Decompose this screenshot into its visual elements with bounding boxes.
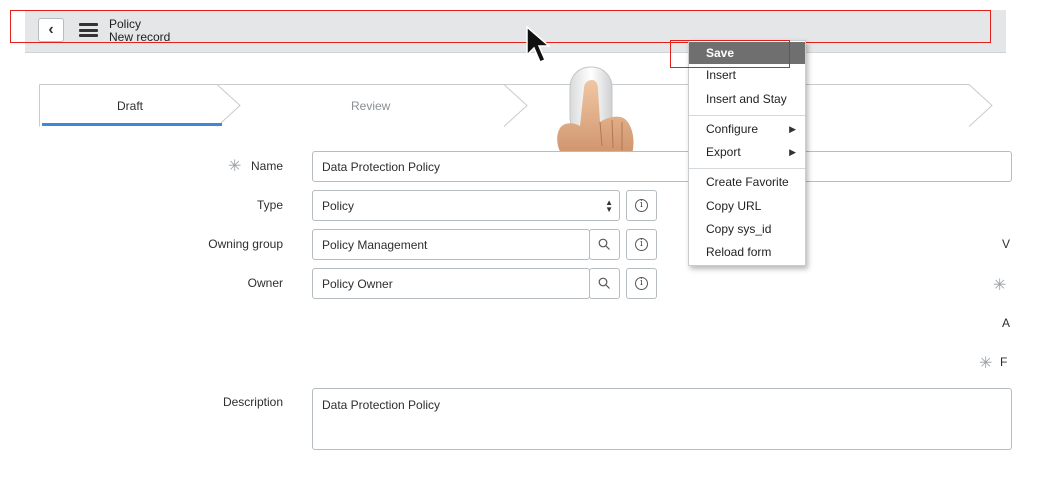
description-label: Description [222, 395, 283, 409]
menu-item-insert-and-stay[interactable]: Insert and Stay [689, 88, 805, 110]
stage-draft[interactable]: Draft [117, 99, 143, 113]
menu-item-copy-url[interactable]: Copy URL [689, 195, 805, 217]
type-info-button[interactable]: i [626, 190, 657, 221]
menu-item-label: Copy sys_id [706, 222, 772, 236]
owner-info-button[interactable]: i [626, 268, 657, 299]
submenu-arrow-icon: ▶ [789, 124, 796, 134]
required-asterisk-icon: ✳ [993, 277, 1007, 294]
save-highlight-annotation [670, 40, 790, 68]
active-stage-indicator [42, 123, 222, 126]
name-field[interactable]: Data Protection Policy [312, 151, 1012, 182]
owning-group-search-button[interactable] [589, 229, 620, 260]
type-select[interactable]: Policy ▲ ▼ [312, 190, 620, 221]
owning-group-label: Owning group [208, 237, 283, 251]
submenu-arrow-icon: ▶ [789, 147, 796, 157]
owning-group-value: Policy Management [322, 237, 428, 252]
description-textarea[interactable]: Data Protection Policy [312, 388, 1012, 450]
right-column-label-cut: A [1002, 316, 1011, 330]
type-value: Policy [322, 198, 355, 213]
select-arrows-icon: ▲ ▼ [605, 198, 613, 214]
owning-group-field[interactable]: Policy Management [312, 229, 590, 260]
owner-label: Owner [247, 276, 283, 290]
menu-item-label: Copy URL [706, 199, 762, 213]
owner-field[interactable]: Policy Owner [312, 268, 590, 299]
type-label: Type [256, 198, 283, 212]
process-flow: Draft Review [39, 84, 1006, 127]
info-icon: i [635, 199, 648, 212]
info-icon: i [635, 238, 648, 251]
menu-separator [689, 168, 805, 169]
info-icon: i [635, 277, 648, 290]
menu-item-reload-form[interactable]: Reload form [689, 241, 805, 263]
menu-separator [689, 115, 805, 116]
menu-item-label: Insert and Stay [706, 92, 787, 106]
menu-item-copy-sys-id[interactable]: Copy sys_id [689, 218, 805, 240]
search-icon [598, 238, 610, 250]
owner-value: Policy Owner [322, 276, 393, 291]
process-flow-outline [39, 84, 993, 127]
menu-item-label: Configure [706, 122, 759, 136]
menu-item-label: Export [706, 145, 741, 159]
stage-review[interactable]: Review [351, 99, 390, 113]
right-column-label-cut: F [1000, 355, 1008, 369]
header-highlight-annotation [10, 10, 991, 43]
menu-item-label: Insert [706, 68, 737, 82]
owning-group-info-button[interactable]: i [626, 229, 657, 260]
required-asterisk-icon: ✳ [979, 355, 993, 372]
menu-item-label: Reload form [706, 245, 772, 259]
menu-item-create-favorite[interactable]: Create Favorite [689, 171, 805, 193]
name-value: Data Protection Policy [322, 159, 441, 174]
menu-item-export[interactable]: Export ▶ [689, 141, 805, 163]
name-label: Name [250, 159, 283, 173]
search-icon [598, 277, 610, 289]
menu-item-label: Create Favorite [706, 175, 789, 189]
menu-item-configure[interactable]: Configure ▶ [689, 118, 805, 140]
owner-search-button[interactable] [589, 268, 620, 299]
right-column-label-cut: V [1002, 237, 1011, 251]
context-menu: Save Insert Insert and Stay Configure ▶ … [688, 40, 806, 266]
description-value: Data Protection Policy [322, 398, 441, 412]
mouse-cursor-icon [526, 25, 551, 63]
